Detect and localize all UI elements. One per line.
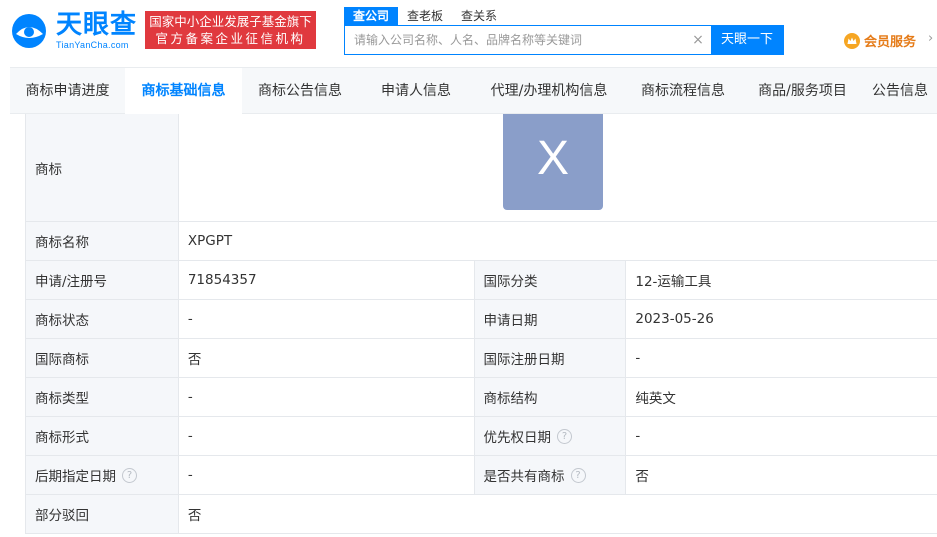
search-button[interactable]: 天眼一下 [711, 26, 783, 54]
tab-process-info[interactable]: 商标流程信息 [624, 68, 742, 114]
trademark-image-label: 商标 [26, 114, 179, 221]
trademark-image[interactable]: X [503, 114, 603, 210]
table-row: 商标类型 - 商标结构 纯英文 [26, 378, 937, 417]
table-row: 商标状态 - 申请日期 2023-05-26 [26, 300, 937, 339]
shared-trademark-value: 否 [626, 456, 937, 494]
partial-reject-value: 否 [178, 495, 937, 533]
apply-date-label: 申请日期 [474, 300, 627, 338]
table-row: 后期指定日期 ? - 是否共有商标 ? 否 [26, 456, 937, 495]
table-row: 国际商标 否 国际注册日期 - [26, 339, 937, 378]
status-value: - [178, 300, 475, 338]
tab-search-boss[interactable]: 查老板 [398, 7, 452, 25]
slogan-line-1: 国家中小企业发展子基金旗下 [149, 14, 312, 29]
shared-trademark-text: 是否共有商标 [483, 469, 565, 485]
tab-notice-info[interactable]: 公告信息 [863, 68, 937, 114]
search-box: × 天眼一下 [344, 25, 784, 55]
type-value: - [178, 378, 475, 416]
intl-trademark-value: 否 [178, 339, 475, 377]
slogan-banner: 国家中小企业发展子基金旗下 官方备案企业征信机构 [145, 11, 316, 49]
priority-date-value: - [626, 417, 937, 455]
vip-service-link[interactable]: 会员服务 [844, 31, 916, 50]
status-label: 商标状态 [26, 300, 179, 338]
help-icon[interactable]: ? [122, 467, 137, 483]
search-tabs: 查公司 查老板 查关系 [344, 7, 506, 25]
tab-applicant-info[interactable]: 申请人信息 [358, 68, 474, 114]
intl-reg-date-value: - [626, 339, 937, 377]
slogan-line-2: 官方备案企业征信机构 [155, 31, 306, 46]
shared-trademark-label: 是否共有商标 ? [474, 456, 627, 494]
table-row: 申请/注册号 71854357 国际分类 12-运输工具 [26, 261, 937, 300]
later-designation-text: 后期指定日期 [35, 469, 116, 485]
intl-reg-date-label: 国际注册日期 [474, 339, 627, 377]
structure-value: 纯英文 [626, 378, 937, 416]
trademark-name-label: 商标名称 [26, 222, 179, 260]
table-row: 商标 [26, 114, 937, 222]
priority-date-label: 优先权日期 ? [474, 417, 627, 455]
logo-eye-icon [12, 14, 46, 48]
vip-label: 会员服务 [864, 35, 917, 50]
tianyancha-logo[interactable]: 天眼查 TianYanCha.com [10, 10, 140, 52]
search-input[interactable] [345, 26, 711, 54]
later-designation-value: - [178, 456, 475, 494]
reg-number-label: 申请/注册号 [26, 261, 179, 299]
site-header: 天眼查 TianYanCha.com 国家中小企业发展子基金旗下 官方备案企业征… [0, 0, 937, 67]
help-icon[interactable]: ? [570, 467, 586, 483]
tab-agency-info[interactable]: 代理/办理机构信息 [474, 68, 624, 114]
crown-icon [844, 32, 860, 49]
apply-date-value: 2023-05-26 [626, 300, 937, 338]
table-row: 部分驳回 否 [26, 495, 937, 534]
tab-basic-info[interactable]: 商标基础信息 [125, 68, 242, 114]
trademark-info-table: 商标 商标名称 XPGPT 申请/注册号 71854357 国际分类 12-运输… [25, 114, 937, 534]
intl-class-label: 国际分类 [474, 261, 627, 299]
intl-class-value: 12-运输工具 [626, 261, 937, 299]
logo-text: 天眼查 [56, 10, 138, 40]
intl-trademark-label: 国际商标 [26, 339, 179, 377]
logo-domain: TianYanCha.com [56, 40, 129, 50]
tab-search-company[interactable]: 查公司 [344, 7, 399, 25]
tab-application-progress[interactable]: 商标申请进度 [10, 68, 125, 114]
help-icon[interactable]: ? [557, 428, 573, 444]
trademark-name-value: XPGPT [178, 222, 937, 260]
type-label: 商标类型 [26, 378, 179, 416]
form-label: 商标形式 [26, 417, 179, 455]
later-designation-label: 后期指定日期 ? [26, 456, 179, 494]
partial-reject-label: 部分驳回 [26, 495, 179, 533]
reg-number-value: 71854357 [178, 261, 475, 299]
table-row: 商标形式 - 优先权日期 ? - [26, 417, 937, 456]
vip-arrow-icon[interactable]: › [928, 31, 937, 47]
structure-label: 商标结构 [474, 378, 627, 416]
tab-search-relation[interactable]: 查关系 [452, 7, 506, 25]
tab-announcement-info[interactable]: 商标公告信息 [242, 68, 358, 114]
clear-icon[interactable]: × [691, 33, 705, 47]
priority-date-text: 优先权日期 [483, 430, 552, 446]
table-row: 商标名称 XPGPT [26, 222, 937, 261]
tab-goods-services[interactable]: 商品/服务项目 [742, 68, 863, 114]
form-value: - [178, 417, 475, 455]
trademark-tabs: 商标申请进度 商标基础信息 商标公告信息 申请人信息 代理/办理机构信息 商标流… [10, 67, 937, 114]
